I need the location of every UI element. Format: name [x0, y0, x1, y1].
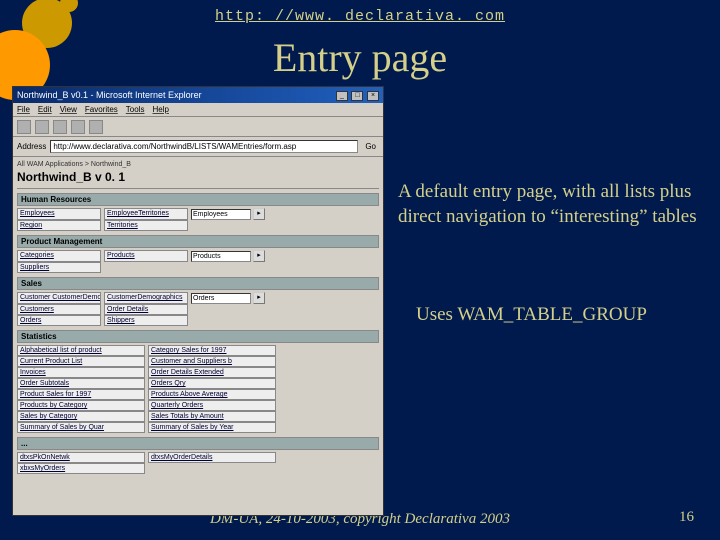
list-link[interactable]: Territories: [104, 220, 188, 231]
maximize-button[interactable]: □: [351, 91, 363, 101]
list-link[interactable]: Order Details Extended: [148, 367, 276, 378]
nav-cell: ▸: [191, 250, 265, 262]
nav-cell: ▸: [191, 292, 265, 304]
list-link[interactable]: Employees: [17, 208, 101, 220]
refresh-icon[interactable]: [71, 120, 85, 134]
list-link[interactable]: Products by Category: [17, 400, 145, 411]
address-bar: Address http://www.declarativa.com/North…: [13, 137, 383, 157]
list-link[interactable]: Alphabetical list of product: [17, 345, 145, 356]
home-icon[interactable]: [89, 120, 103, 134]
list-link[interactable]: Region: [17, 220, 101, 231]
nav-input[interactable]: [191, 209, 251, 220]
body-text-2: Uses WAM_TABLE_GROUP: [416, 304, 696, 327]
list-link[interactable]: Products: [104, 250, 188, 262]
list-link[interactable]: Quarterly Orders: [148, 400, 276, 411]
list-link[interactable]: Categories: [17, 250, 101, 262]
window-controls: _ □ ×: [335, 89, 379, 101]
list-link[interactable]: Orders: [17, 315, 101, 326]
nav-input[interactable]: [191, 293, 251, 304]
section-header-stats: Statistics: [17, 330, 379, 343]
menu-file[interactable]: File: [17, 105, 30, 114]
stop-icon[interactable]: [53, 120, 67, 134]
breadcrumb: All WAM Applications > Northwind_B: [17, 161, 379, 168]
nav-go-button[interactable]: ▸: [253, 250, 265, 262]
section-header-sales: Sales: [17, 277, 379, 290]
list-link[interactable]: Order Details: [104, 304, 188, 315]
page-content: All WAM Applications > Northwind_B North…: [13, 157, 383, 515]
list-link[interactable]: Current Product List: [17, 356, 145, 367]
list-link[interactable]: Suppliers: [17, 262, 101, 273]
menu-bar: File Edit View Favorites Tools Help: [13, 103, 383, 117]
nav-go-button[interactable]: ▸: [253, 292, 265, 304]
list-link[interactable]: Sales Totals by Amount: [148, 411, 276, 422]
nav-input[interactable]: [191, 251, 251, 262]
list-link[interactable]: Category Sales for 1997: [148, 345, 276, 356]
body-text-1: A default entry page, with all lists plu…: [398, 180, 698, 229]
list-link[interactable]: Summary of Sales by Quar: [17, 422, 145, 433]
menu-tools[interactable]: Tools: [126, 105, 145, 114]
menu-favorites[interactable]: Favorites: [85, 105, 118, 114]
list-link[interactable]: Customer CustomerDemo: [17, 292, 101, 304]
menu-help[interactable]: Help: [152, 105, 168, 114]
list-link[interactable]: Order Subtotals: [17, 378, 145, 389]
menu-edit[interactable]: Edit: [38, 105, 52, 114]
browser-window: Northwind_B v0.1 - Microsoft Internet Ex…: [12, 86, 384, 516]
app-title: Northwind_B v 0. 1: [17, 170, 379, 184]
address-label: Address: [17, 142, 46, 151]
back-icon[interactable]: [17, 120, 31, 134]
toolbar: [13, 117, 383, 137]
nav-cell: ▸: [191, 208, 265, 220]
list-link[interactable]: Invoices: [17, 367, 145, 378]
list-link[interactable]: Orders Qry: [148, 378, 276, 389]
list-link[interactable]: Sales by Category: [17, 411, 145, 422]
list-link[interactable]: Customer and Suppliers b: [148, 356, 276, 367]
list-link[interactable]: xbxsMyOrders: [17, 463, 145, 474]
address-field[interactable]: http://www.declarativa.com/NorthwindB/LI…: [50, 140, 358, 153]
list-link[interactable]: CustomerDemographics: [104, 292, 188, 304]
minimize-button[interactable]: _: [336, 91, 348, 101]
divider: [17, 188, 379, 189]
list-link[interactable]: Shippers: [104, 315, 188, 326]
list-link[interactable]: dtxsPkOnNetwk: [17, 452, 145, 463]
go-button[interactable]: Go: [362, 142, 379, 151]
section-header-misc: ...: [17, 437, 379, 450]
slide-title: Entry page: [0, 34, 720, 81]
page-number: 16: [679, 509, 694, 526]
list-link[interactable]: Product Sales for 1997: [17, 389, 145, 400]
section-header-hr: Human Resources: [17, 193, 379, 206]
section-header-pm: Product Management: [17, 235, 379, 248]
window-title: Northwind_B v0.1 - Microsoft Internet Ex…: [17, 90, 202, 100]
list-link[interactable]: Customers: [17, 304, 101, 315]
header-url: http: //www. declarativa. com: [0, 8, 720, 25]
list-link[interactable]: EmployeeTerritories: [104, 208, 188, 220]
window-titlebar: Northwind_B v0.1 - Microsoft Internet Ex…: [13, 87, 383, 103]
menu-view[interactable]: View: [60, 105, 77, 114]
list-link[interactable]: Summary of Sales by Year: [148, 422, 276, 433]
list-link[interactable]: dtxsMyOrderDetails: [148, 452, 276, 463]
nav-go-button[interactable]: ▸: [253, 208, 265, 220]
close-button[interactable]: ×: [367, 91, 379, 101]
list-link[interactable]: Products Above Average: [148, 389, 276, 400]
forward-icon[interactable]: [35, 120, 49, 134]
